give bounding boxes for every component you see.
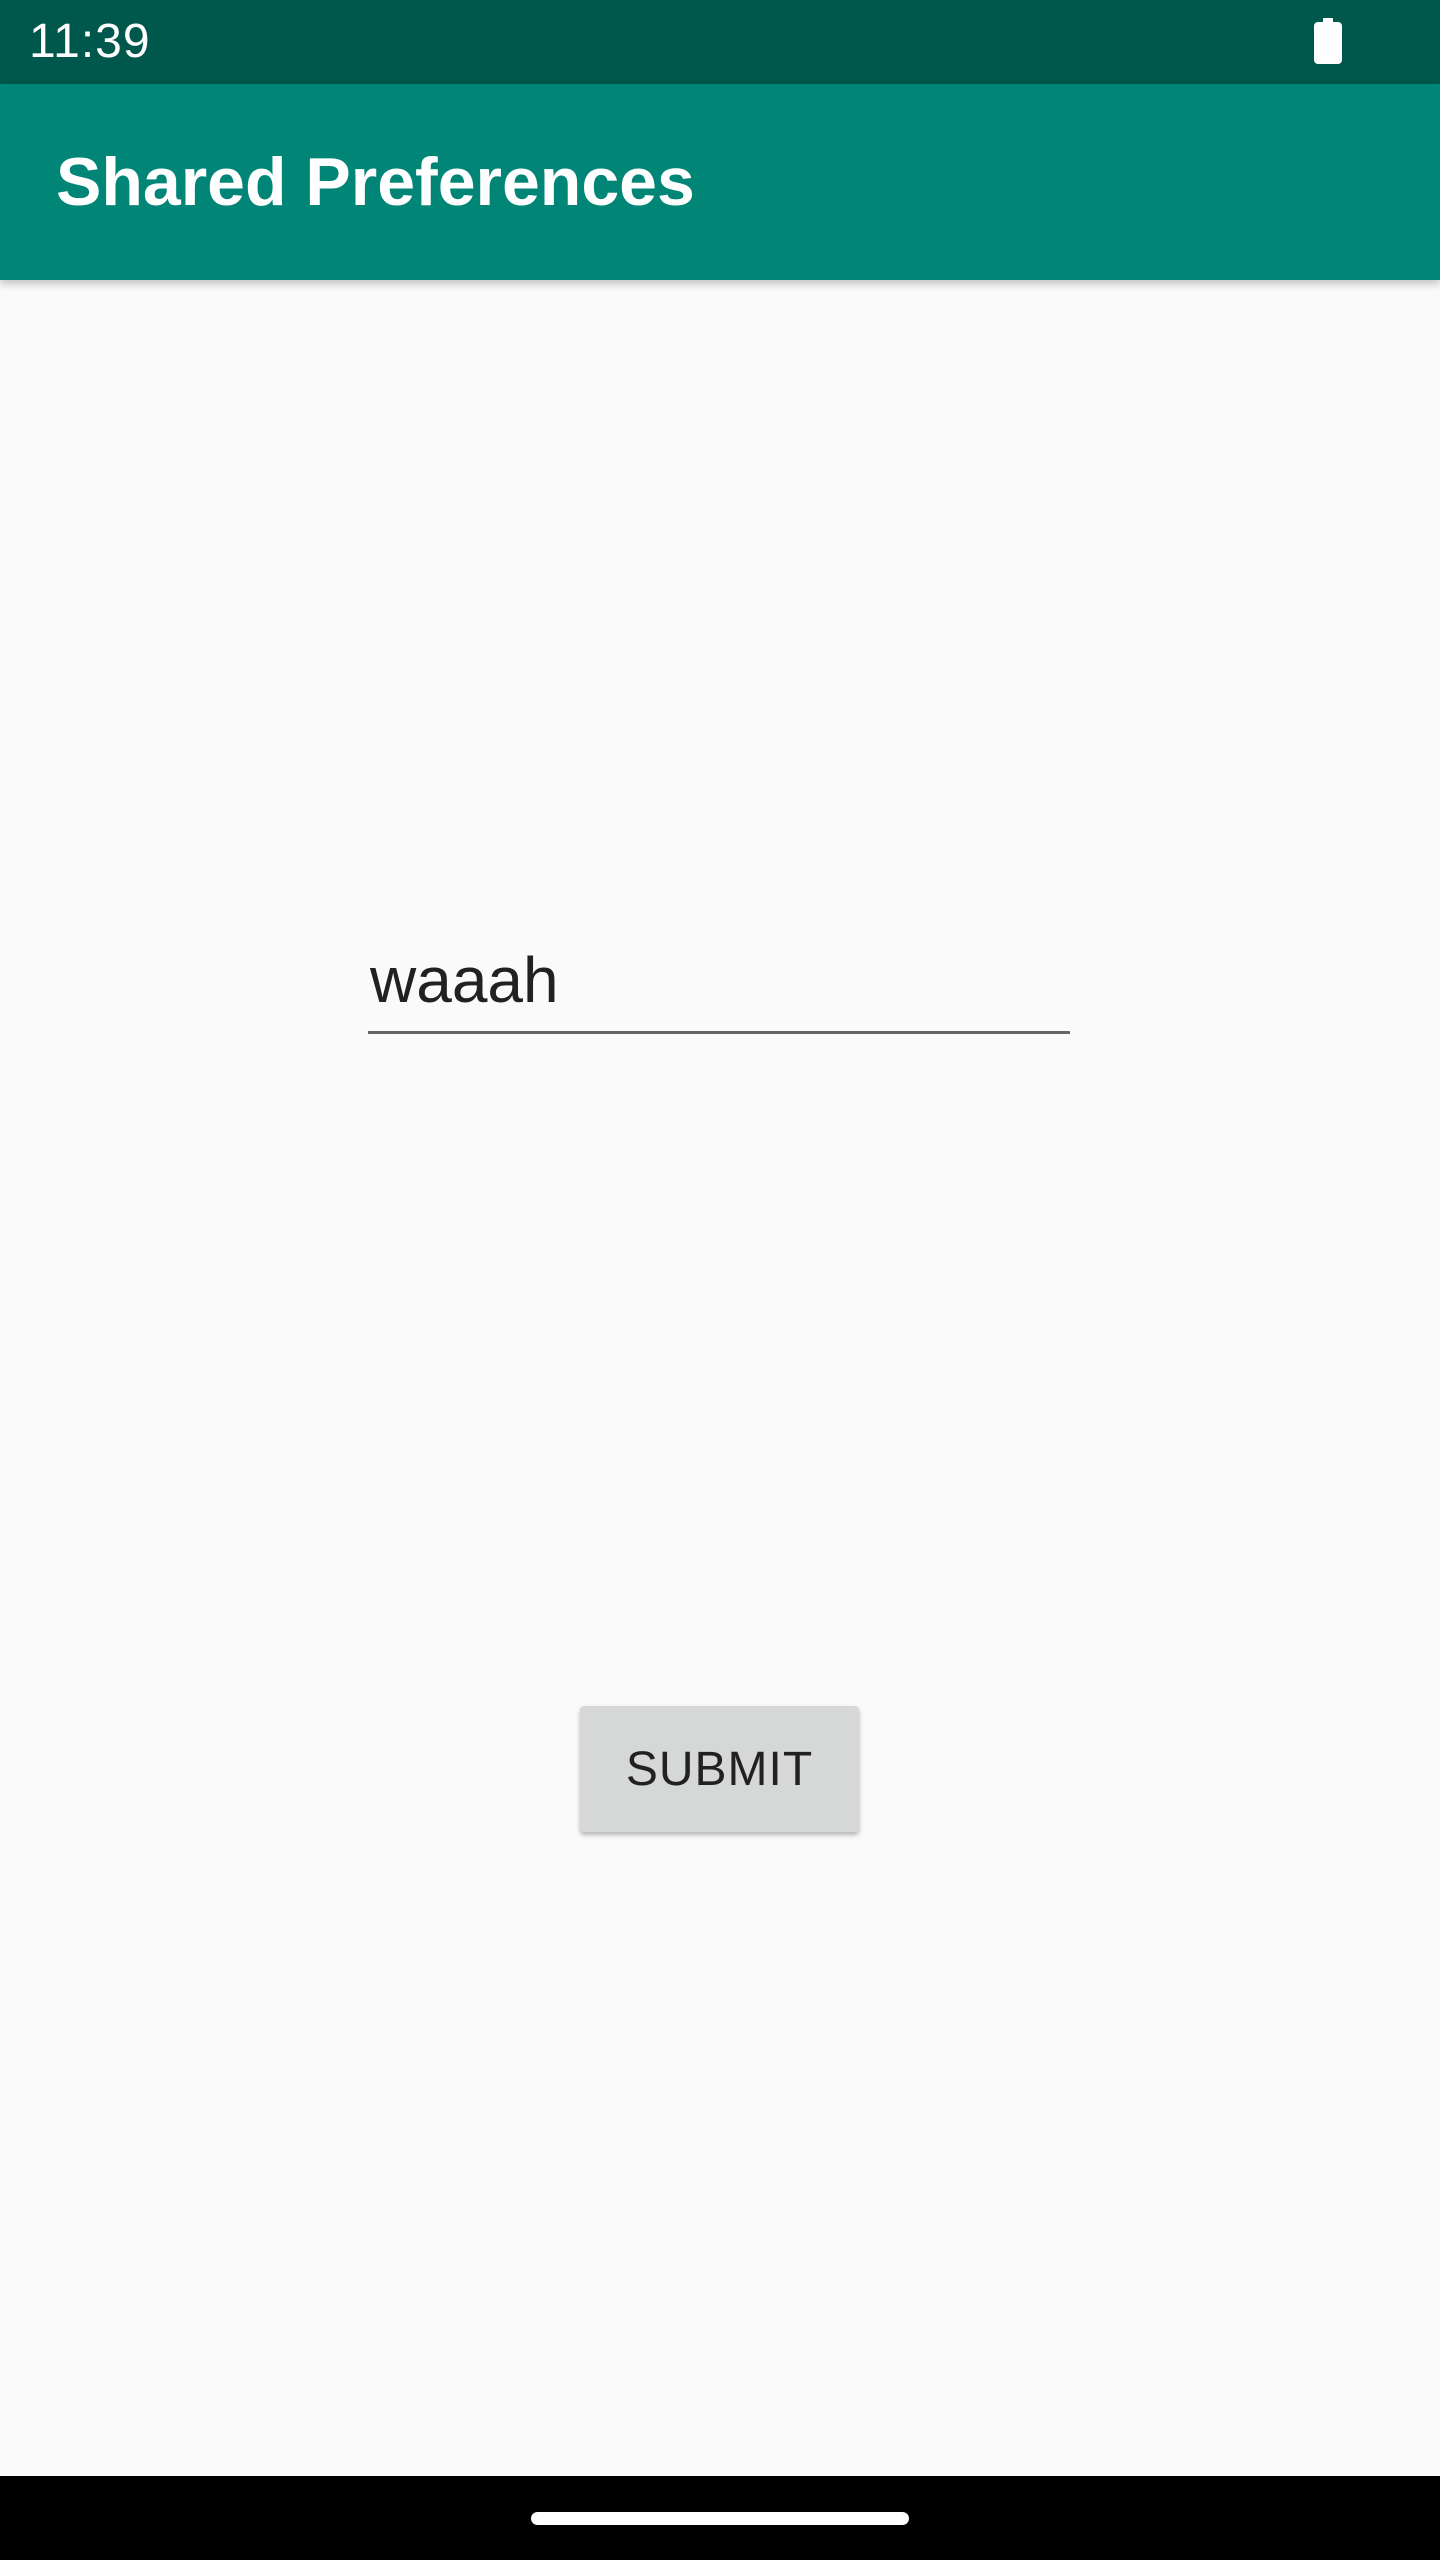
status-time: 11:39 (29, 15, 151, 68)
app-bar: Shared Preferences (0, 84, 1440, 280)
submit-button[interactable]: SUBMIT (580, 1706, 859, 1832)
battery-icon (1314, 18, 1342, 64)
status-bar: 11:39 (0, 0, 1440, 84)
navigation-bar (0, 2476, 1440, 2560)
text-input-field[interactable] (368, 930, 1070, 1034)
home-gesture-handle[interactable] (531, 2512, 909, 2525)
app-screen: 11:39 Shared Preferences SUBMIT (0, 0, 1440, 2560)
battery-body (1314, 22, 1342, 64)
text-input[interactable] (370, 930, 1060, 1030)
app-title: Shared Preferences (56, 144, 695, 220)
